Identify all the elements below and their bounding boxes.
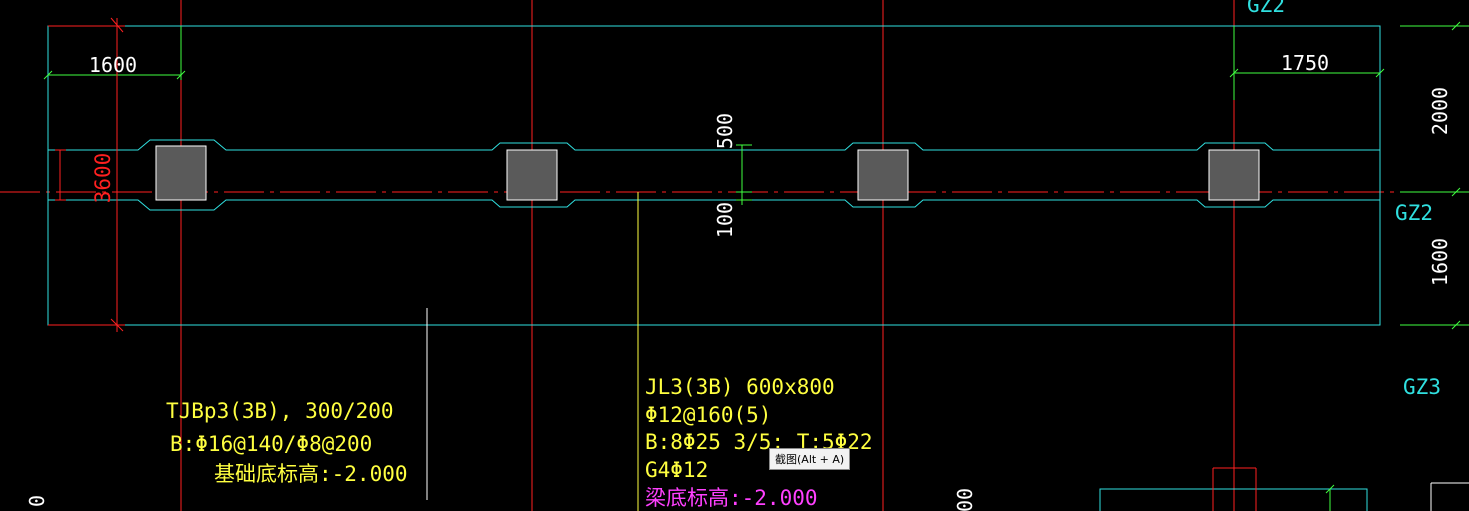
dim-vertical-top-text: 2000: [1428, 87, 1452, 135]
foundation-note-line2: B:Φ16@140/Φ8@200: [170, 432, 372, 456]
dim-beam-top-text: 500: [713, 113, 737, 149]
screenshot-tooltip: 截图(Alt + A): [769, 448, 851, 470]
column-4[interactable]: [1208, 149, 1260, 201]
beam-note-line4: G4Φ12: [645, 458, 708, 482]
foundation-note-line3: 基础底标高:-2.000: [214, 462, 408, 486]
foundation-note-line1: TJBp3(3B), 300/200: [166, 399, 394, 423]
dim-vertical-bottom-text: 1600: [1428, 238, 1452, 286]
column-1[interactable]: [155, 145, 207, 201]
bottom-left-fragment: 0: [25, 495, 49, 507]
dim-left-width-text: 1600: [89, 53, 137, 77]
gz-label-mid: GZ2: [1395, 201, 1433, 225]
bottom-center-fragment: 00: [953, 488, 977, 511]
beam-note-line2: Φ12@160(5): [645, 403, 771, 427]
beam-note-line1: JL3(3B) 600x800: [645, 375, 835, 399]
dim-right-width-text: 1750: [1281, 51, 1329, 75]
gz-label-top: GZ2: [1247, 0, 1285, 17]
column-2[interactable]: [506, 149, 558, 201]
dim-vertical-left-text: 3600: [91, 153, 115, 204]
dim-beam-bottom-text: 100: [713, 202, 737, 238]
gz-label-bottom: GZ3: [1403, 375, 1441, 399]
cad-canvas[interactable]: 1600 1750 2000 1600 500 100 3600 GZ2 GZ2…: [0, 0, 1469, 511]
column-3[interactable]: [857, 149, 909, 201]
beam-note-elevation: 梁底标高:-2.000: [645, 486, 818, 510]
